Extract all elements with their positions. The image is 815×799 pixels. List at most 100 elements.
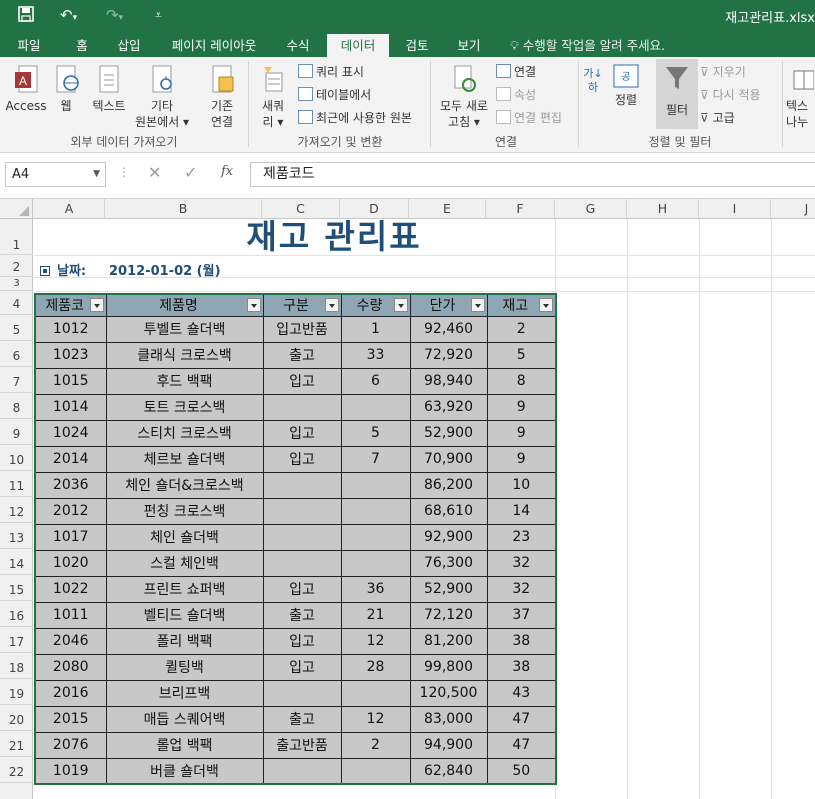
cell-unit-price[interactable]: 83,000	[409, 705, 488, 733]
column-header-g[interactable]: G	[555, 199, 627, 219]
cell-unit-price[interactable]: 92,460	[409, 315, 488, 343]
cell-unit-price[interactable]: 52,900	[409, 575, 488, 603]
cell-stock[interactable]: 43	[486, 679, 557, 707]
cell-product-code[interactable]: 1015	[34, 367, 107, 395]
cell-stock[interactable]: 47	[486, 705, 557, 733]
cell-stock[interactable]: 50	[486, 757, 557, 785]
cell-category[interactable]	[262, 757, 342, 785]
cell-product-code[interactable]: 1024	[34, 419, 107, 447]
cell-stock[interactable]: 32	[486, 575, 557, 603]
cell-category[interactable]: 출고	[262, 601, 342, 629]
cell-unit-price[interactable]: 94,900	[409, 731, 488, 759]
cell-quantity[interactable]: 7	[340, 445, 411, 473]
cell-quantity[interactable]: 33	[340, 341, 411, 369]
cell-stock[interactable]: 38	[486, 653, 557, 681]
cell-quantity[interactable]: 1	[340, 315, 411, 343]
cell-category[interactable]	[262, 523, 342, 551]
tab-page-layout[interactable]: 페이지 레이아웃	[160, 34, 268, 57]
cell-unit-price[interactable]: 98,940	[409, 367, 488, 395]
cell-quantity[interactable]	[340, 757, 411, 785]
column-header-c[interactable]: C	[262, 199, 340, 219]
cell-unit-price[interactable]: 86,200	[409, 471, 488, 499]
column-header-h[interactable]: H	[627, 199, 699, 219]
header-stock[interactable]: 재고	[486, 293, 557, 317]
cell-unit-price[interactable]: 62,840	[409, 757, 488, 785]
cell-quantity[interactable]: 12	[340, 627, 411, 655]
tab-data[interactable]: 데이터	[327, 34, 389, 57]
filter-dropdown-icon[interactable]	[324, 298, 339, 312]
cell-stock[interactable]: 23	[486, 523, 557, 551]
redo-icon[interactable]: ↷▾	[106, 5, 123, 28]
column-header-d[interactable]: D	[340, 199, 409, 219]
cell-stock[interactable]: 47	[486, 731, 557, 759]
cell-product-code[interactable]: 2080	[34, 653, 107, 681]
row-header[interactable]: 15	[0, 575, 33, 601]
column-header-f[interactable]: F	[486, 199, 555, 219]
row-header[interactable]: 3	[0, 277, 33, 291]
cell-stock[interactable]: 5	[486, 341, 557, 369]
header-product-name[interactable]: 제품명	[105, 293, 264, 317]
cell-product-code[interactable]: 2046	[34, 627, 107, 655]
cell-product-code[interactable]: 1020	[34, 549, 107, 577]
filter-dropdown-icon[interactable]	[246, 298, 261, 312]
cell-unit-price[interactable]: 63,920	[409, 393, 488, 421]
row-header[interactable]: 22	[0, 757, 33, 783]
cell-category[interactable]: 출고	[262, 705, 342, 733]
filter-dropdown-icon[interactable]	[89, 298, 104, 312]
cell-stock[interactable]: 9	[486, 419, 557, 447]
cell-product-code[interactable]: 2015	[34, 705, 107, 733]
cell-product-code[interactable]: 1023	[34, 341, 107, 369]
existing-connections-button[interactable]: 기존 연결	[202, 63, 242, 130]
cell-quantity[interactable]	[340, 679, 411, 707]
cell-product-code[interactable]: 2036	[34, 471, 107, 499]
cell-product-name[interactable]: 폴리 백팩	[105, 627, 264, 655]
edit-links-button[interactable]: 연결 편집	[496, 108, 562, 128]
cell-quantity[interactable]: 6	[340, 367, 411, 395]
cell-product-name[interactable]: 버클 숄더백	[105, 757, 264, 785]
cell-product-code[interactable]: 2012	[34, 497, 107, 525]
cell-stock[interactable]: 9	[486, 393, 557, 421]
connections-button[interactable]: 연결	[496, 62, 536, 82]
cell-category[interactable]: 입고	[262, 627, 342, 655]
cell-product-name[interactable]: 매듭 스퀘어백	[105, 705, 264, 733]
cell-product-name[interactable]: 후드 백팩	[105, 367, 264, 395]
row-header[interactable]: 2	[0, 255, 33, 277]
cell-category[interactable]	[262, 393, 342, 421]
cell-category[interactable]: 출고반품	[262, 731, 342, 759]
insert-function-icon[interactable]: fx	[221, 164, 233, 179]
cell-unit-price[interactable]: 72,120	[409, 601, 488, 629]
cell-product-name[interactable]: 토트 크로스백	[105, 393, 264, 421]
chevron-down-icon[interactable]: ▼	[93, 163, 100, 186]
enter-icon[interactable]: ✓	[184, 163, 197, 182]
cell-category[interactable]	[262, 471, 342, 499]
header-category[interactable]: 구분	[262, 293, 342, 317]
clear-filter-button[interactable]: ⊽ 지우기	[700, 62, 746, 82]
cell-quantity[interactable]: 12	[340, 705, 411, 733]
column-header-b[interactable]: B	[105, 199, 262, 219]
cell-stock[interactable]: 10	[486, 471, 557, 499]
tab-review[interactable]: 검토	[396, 34, 438, 57]
filter-dropdown-icon[interactable]	[393, 298, 408, 312]
cell-product-name[interactable]: 체인 숄더&크로스백	[105, 471, 264, 499]
cell-quantity[interactable]	[340, 497, 411, 525]
cell-quantity[interactable]: 36	[340, 575, 411, 603]
cell-category[interactable]: 입고	[262, 653, 342, 681]
cell-category[interactable]	[262, 497, 342, 525]
new-query-button[interactable]: 새쿼 리 ▾	[253, 63, 293, 130]
cell-unit-price[interactable]: 76,300	[409, 549, 488, 577]
advanced-filter-button[interactable]: ⊽ 고급	[700, 108, 735, 128]
row-header[interactable]: 10	[0, 445, 33, 471]
cell-quantity[interactable]	[340, 471, 411, 499]
filter-dropdown-icon[interactable]	[470, 298, 485, 312]
sort-button[interactable]: 공 정렬	[608, 63, 644, 108]
header-quantity[interactable]: 수량	[340, 293, 411, 317]
cell-product-code[interactable]: 2016	[34, 679, 107, 707]
row-header[interactable]: 12	[0, 497, 33, 523]
cell-unit-price[interactable]: 52,900	[409, 419, 488, 447]
cell-product-name[interactable]: 펀칭 크로스백	[105, 497, 264, 525]
cell-category[interactable]: 출고	[262, 341, 342, 369]
filter-button[interactable]: 필터	[656, 59, 698, 129]
formula-input[interactable]: 제품코드	[250, 162, 815, 187]
row-header[interactable]: 5	[0, 315, 33, 341]
cell-product-name[interactable]: 투벨트 숄더백	[105, 315, 264, 343]
